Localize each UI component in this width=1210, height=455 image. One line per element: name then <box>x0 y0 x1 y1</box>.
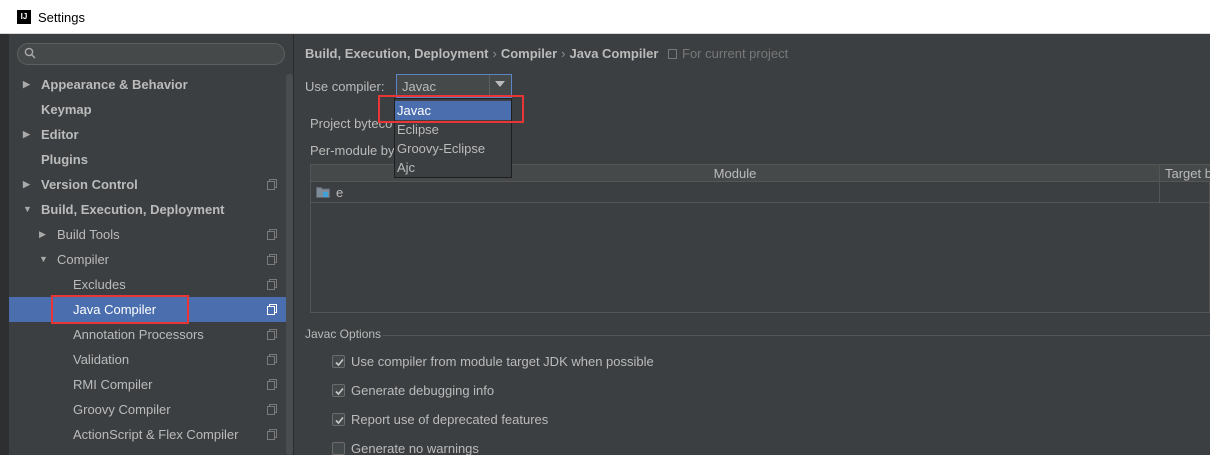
project-scope-icon <box>267 229 277 240</box>
sidebar-item-label: Validation <box>73 352 130 367</box>
project-scope-icon <box>267 354 277 365</box>
settings-search-field[interactable] <box>17 43 285 65</box>
expand-arrow-icon[interactable]: ▶ <box>23 172 35 197</box>
title-bar: IJ Settings <box>0 0 1210 34</box>
project-scope-icon <box>668 49 677 59</box>
sidebar-item-label: RMI Compiler <box>73 377 153 392</box>
breadcrumb-item: Build, Execution, Deployment <box>305 46 489 61</box>
checkbox-checked-icon[interactable] <box>332 384 345 397</box>
module-bytecode-table: Module Target b e <box>310 164 1210 313</box>
project-scope-icon <box>267 279 277 290</box>
breadcrumb-item: Java Compiler <box>569 46 659 61</box>
highlight-annotation-box <box>51 295 189 324</box>
project-scope-note-text: For current project <box>682 46 789 61</box>
javac-options-title: Javac Options <box>305 327 382 341</box>
expand-arrow-icon[interactable]: ▶ <box>23 72 35 97</box>
module-folder-icon <box>316 187 330 198</box>
sidebar-item-label: Build Tools <box>57 227 120 242</box>
checkbox-label: Generate debugging info <box>351 383 495 398</box>
sidebar-item-compiler[interactable]: ▼ Compiler <box>9 247 293 272</box>
sidebar-item-label: Excludes <box>73 277 126 292</box>
sidebar-item-actionscript-flex-compiler[interactable]: ActionScript & Flex Compiler <box>9 422 293 447</box>
checkbox-label: Use compiler from module target JDK when… <box>351 354 654 369</box>
window-title: Settings <box>38 10 85 25</box>
breadcrumb-separator-icon: › <box>492 46 497 61</box>
sidebar-item-label: Editor <box>41 127 79 142</box>
highlight-annotation-box <box>378 95 524 123</box>
sidebar-item-appearance-behavior[interactable]: ▶ Appearance & Behavior <box>9 72 293 97</box>
checkbox-label: Report use of deprecated features <box>351 412 549 427</box>
background-window-strip <box>0 34 9 455</box>
column-header-target-bytecode[interactable]: Target b <box>1165 166 1210 181</box>
sidebar-item-groovy-compiler[interactable]: Groovy Compiler <box>9 397 293 422</box>
project-scope-icon <box>267 254 277 265</box>
checkbox-label: Generate no warnings <box>351 441 479 455</box>
sidebar-item-build-execution-deployment[interactable]: ▼ Build, Execution, Deployment <box>9 197 293 222</box>
sidebar-item-label: ActionScript & Flex Compiler <box>73 427 239 442</box>
project-scope-icon <box>267 404 277 415</box>
section-divider <box>383 335 1210 336</box>
checkbox-unchecked-icon[interactable] <box>332 442 345 455</box>
sidebar-item-version-control[interactable]: ▶ Version Control <box>9 172 293 197</box>
sidebar-item-label: Compiler <box>57 252 110 267</box>
checkbox-checked-icon[interactable] <box>332 413 345 426</box>
sidebar-item-validation[interactable]: Validation <box>9 347 293 372</box>
intellij-app-icon: IJ <box>17 10 31 24</box>
sidebar-item-label: Keymap <box>41 102 92 117</box>
project-scope-icon <box>267 379 277 390</box>
collapse-arrow-icon[interactable]: ▼ <box>23 197 35 222</box>
sidebar-item-label: Appearance & Behavior <box>41 77 188 92</box>
sidebar-item-rmi-compiler[interactable]: RMI Compiler <box>9 372 293 397</box>
sidebar-item-excludes[interactable]: Excludes <box>9 272 293 297</box>
sidebar-item-label: Build, Execution, Deployment <box>41 202 225 217</box>
search-icon <box>24 47 36 59</box>
sidebar-item-keymap[interactable]: Keymap <box>9 97 293 122</box>
checkbox-checked-icon[interactable] <box>332 355 345 368</box>
sidebar-item-build-tools[interactable]: ▶ Build Tools <box>9 222 293 247</box>
breadcrumb-item: Compiler <box>500 46 558 61</box>
expand-arrow-icon[interactable]: ▶ <box>39 222 51 247</box>
breadcrumb-separator-icon: › <box>561 46 566 61</box>
sidebar-scrollbar[interactable] <box>286 74 293 455</box>
per-module-bytecode-label: Per-module by <box>310 143 395 158</box>
sidebar-item-label: Groovy Compiler <box>73 402 171 417</box>
module-name: e <box>336 185 344 200</box>
project-scope-icon <box>267 304 277 315</box>
chevron-down-icon[interactable] <box>495 81 505 87</box>
project-scope-icon <box>267 329 277 340</box>
settings-sidebar: ▶ Appearance & Behavior Keymap ▶ Editor … <box>9 34 294 455</box>
collapse-arrow-icon[interactable]: ▼ <box>39 247 51 272</box>
breadcrumb: Build, Execution, Deployment › Compiler › Ja… <box>305 46 658 61</box>
project-scope-note: For current project <box>668 46 788 61</box>
use-compiler-label: Use compiler: <box>305 79 385 94</box>
compiler-select-value: Javac <box>402 79 436 94</box>
sidebar-item-editor[interactable]: ▶ Editor <box>9 122 293 147</box>
compiler-option-groovy-eclipse[interactable]: Groovy-Eclipse <box>395 139 511 158</box>
compiler-option-ajc[interactable]: Ajc <box>395 158 511 177</box>
project-scope-icon <box>267 179 277 190</box>
sidebar-item-plugins[interactable]: Plugins <box>9 147 293 172</box>
combo-divider <box>489 75 490 97</box>
table-row[interactable]: e <box>311 182 1210 203</box>
sidebar-item-label: Plugins <box>41 152 88 167</box>
sidebar-item-annotation-processors[interactable]: Annotation Processors <box>9 322 293 347</box>
sidebar-item-label: Annotation Processors <box>73 327 204 342</box>
expand-arrow-icon[interactable]: ▶ <box>23 122 35 147</box>
project-scope-icon <box>267 429 277 440</box>
sidebar-item-label: Version Control <box>41 177 138 192</box>
